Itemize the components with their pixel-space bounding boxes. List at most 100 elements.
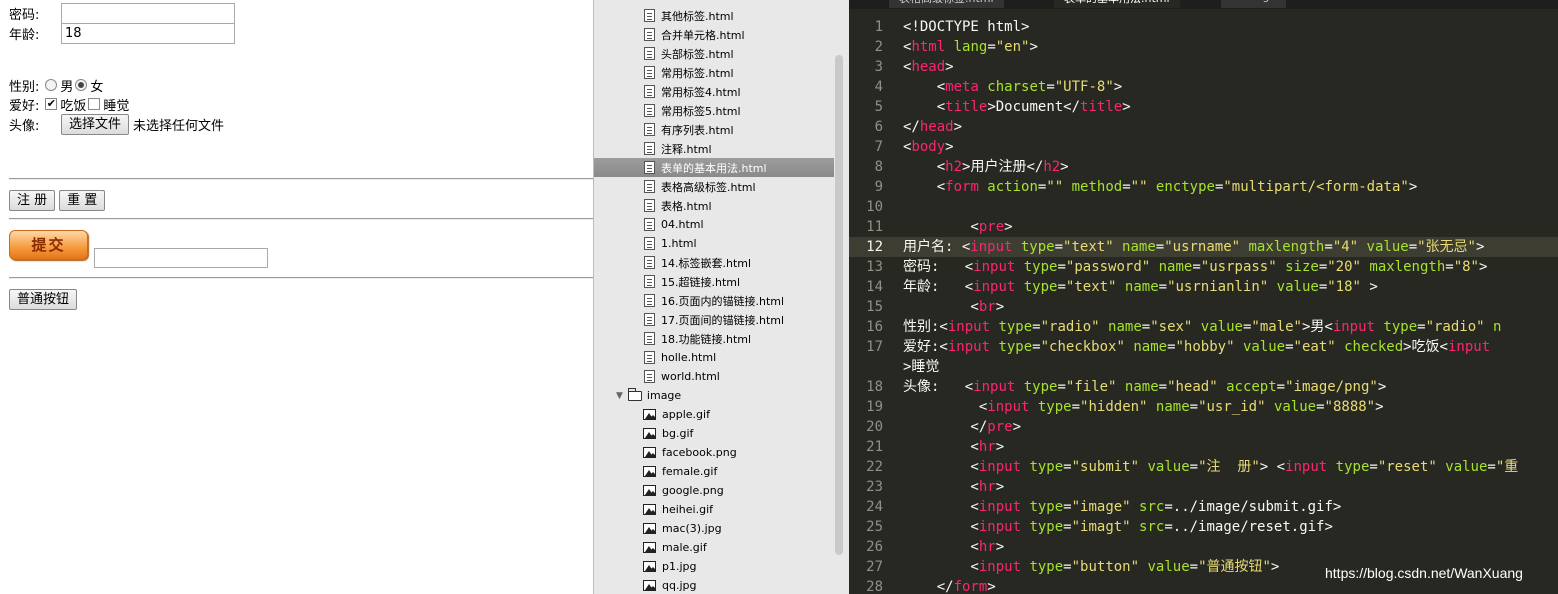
file-label: p1.jpg xyxy=(662,560,697,573)
file-item[interactable]: 15.超链接.html xyxy=(594,272,834,291)
hobby-sleep-checkbox[interactable] xyxy=(88,98,101,110)
code-line[interactable]: <input type="imagt" src=../image/reset.g… xyxy=(903,517,1333,537)
image-file-item[interactable]: heihei.gif xyxy=(594,500,834,519)
code-token: = xyxy=(1046,79,1055,95)
image-file-item[interactable]: male.gif xyxy=(594,538,834,557)
code-line[interactable]: <hr> xyxy=(903,437,1004,457)
code-line[interactable]: <h2>用户注册</h2> xyxy=(903,157,1069,177)
image-file-item[interactable]: apple.gif xyxy=(594,405,834,424)
code-line[interactable]: <html lang="en"> xyxy=(903,37,1038,57)
image-file-item[interactable]: google.png xyxy=(594,481,834,500)
file-item[interactable]: world.html xyxy=(594,367,834,386)
choose-file-button[interactable]: 选择文件 xyxy=(61,113,130,135)
code-line[interactable]: <input type="image" src=../image/submit.… xyxy=(903,497,1341,517)
code-line[interactable]: <input type="button" value="普通按钮"> xyxy=(903,557,1279,577)
code-line[interactable]: </pre> xyxy=(903,417,1021,437)
code-token: = xyxy=(1316,399,1325,415)
file-item[interactable]: 表格高级标签.html xyxy=(594,177,834,196)
code-line[interactable]: >睡觉 xyxy=(903,357,939,377)
tab-reset-gif[interactable]: reset.gif xyxy=(1221,0,1287,8)
gender-male-radio[interactable] xyxy=(45,79,58,91)
code-line[interactable]: <meta charset="UTF-8"> xyxy=(903,77,1123,97)
file-item[interactable]: 头部标签.html xyxy=(594,44,834,63)
image-type-field[interactable] xyxy=(94,248,268,268)
file-item[interactable]: 常用标签4.html xyxy=(594,82,834,101)
file-item[interactable]: holle.html xyxy=(594,348,834,367)
code-token: method xyxy=(1063,179,1123,195)
code-line[interactable]: 年龄: <input type="text" name="usrnianlin"… xyxy=(903,277,1378,297)
code-line[interactable]: <hr> xyxy=(903,477,1004,497)
code-token: "reset" xyxy=(1377,459,1437,475)
tab-table-advanced[interactable]: 表格高级标签.html xyxy=(889,0,1004,8)
code-token: </ xyxy=(903,419,988,435)
expand-triangle-icon[interactable]: ▼ xyxy=(616,391,623,401)
file-item[interactable]: 其他标签.html xyxy=(594,6,834,25)
password-field[interactable] xyxy=(61,2,235,24)
gender-female-radio[interactable] xyxy=(75,79,88,91)
code-token: "file" xyxy=(1065,379,1117,395)
file-label: 常用标签4.html xyxy=(661,85,741,99)
code-token: input xyxy=(978,519,1022,535)
code-line[interactable]: <title>Document</title> xyxy=(903,97,1131,117)
sidebar-scrollbar[interactable] xyxy=(835,55,843,555)
file-item[interactable]: 17.页面间的锚链接.html xyxy=(594,310,834,329)
image-file-item[interactable]: mac(3).jpg xyxy=(594,519,834,538)
code-line[interactable]: <form action="" method="" enctype="multi… xyxy=(903,177,1418,197)
line-number: 8 xyxy=(874,159,883,175)
code-line[interactable]: 用户名: <input type="text" name="usrname" m… xyxy=(903,237,1484,257)
folder-image[interactable]: ▼ image xyxy=(616,386,849,405)
reset-button[interactable]: 重 置 xyxy=(59,189,106,211)
image-file-item[interactable]: female.gif xyxy=(594,462,834,481)
code-token: = xyxy=(1189,399,1199,415)
image-file-item[interactable]: p1.jpg xyxy=(594,557,834,576)
code-line[interactable]: <body> xyxy=(903,137,954,157)
code-token: "text" xyxy=(1065,279,1117,295)
code-line[interactable]: <hr> xyxy=(903,537,1004,557)
file-item[interactable]: 14.标签嵌套.html xyxy=(594,253,834,272)
file-item[interactable]: 表单的基本用法.html xyxy=(594,158,834,177)
code-token: type xyxy=(1374,319,1418,335)
file-item[interactable]: 16.页面内的锚链接.html xyxy=(594,291,834,310)
code-token: = xyxy=(1417,319,1426,335)
code-line[interactable]: <head> xyxy=(903,57,954,77)
file-item[interactable]: 常用标签5.html xyxy=(594,101,834,120)
code-line[interactable]: <input type="hidden" name="usr_id" value… xyxy=(903,397,1384,417)
image-file-item[interactable]: bg.gif xyxy=(594,424,834,443)
image-file-item[interactable]: qq.jpg xyxy=(594,576,834,594)
file-label: apple.gif xyxy=(662,408,710,421)
code-line[interactable]: 爱好:<input type="checkbox" name="hobby" v… xyxy=(903,337,1490,357)
code-line[interactable]: <input type="submit" value="注 册"> <input… xyxy=(903,457,1518,477)
tab-form-basic[interactable]: 表单的基本用法.html xyxy=(1054,0,1180,8)
code-line[interactable]: </head> xyxy=(903,117,962,137)
code-token: name xyxy=(1116,279,1159,295)
file-item[interactable]: 注释.html xyxy=(594,139,834,158)
code-line[interactable]: 性别:<input type="radio" name="sex" value=… xyxy=(903,317,1501,337)
submit-image-button[interactable]: 提交 xyxy=(9,230,88,260)
file-item[interactable]: 有序列表.html xyxy=(594,120,834,139)
code-line[interactable]: </form> xyxy=(903,577,996,594)
html-file-icon xyxy=(644,85,655,98)
code-line[interactable]: 密码: <input type="password" name="usrpass… xyxy=(903,257,1487,277)
file-item[interactable]: 表格.html xyxy=(594,196,834,215)
code-editor[interactable]: 表格高级标签.html 表单的基本用法.html reset.gif 12345… xyxy=(849,0,1558,594)
line-number: 3 xyxy=(874,59,883,75)
avatar-label: 头像: xyxy=(9,118,40,134)
line-number: 22 xyxy=(866,459,883,475)
file-label: male.gif xyxy=(662,541,707,554)
hobby-eat-checkbox[interactable]: ✔ xyxy=(45,98,58,110)
file-item[interactable]: 04.html xyxy=(594,215,834,234)
gender-male-label: 男 xyxy=(60,79,74,95)
code-line[interactable]: 头像: <input type="file" name="head" accep… xyxy=(903,377,1386,397)
age-field[interactable] xyxy=(61,22,235,44)
code-line[interactable]: <br> xyxy=(903,297,1004,317)
register-button[interactable]: 注 册 xyxy=(9,189,56,211)
code-line[interactable]: <!DOCTYPE html> xyxy=(903,17,1029,37)
image-file-item[interactable]: facebook.png xyxy=(594,443,834,462)
normal-button[interactable]: 普通按钮 xyxy=(9,288,78,310)
file-item[interactable]: 1.html xyxy=(594,234,834,253)
code-token: = xyxy=(1057,279,1066,295)
file-item[interactable]: 常用标签.html xyxy=(594,63,834,82)
code-line[interactable]: <pre> xyxy=(903,217,1012,237)
file-item[interactable]: 18.功能链接.html xyxy=(594,329,834,348)
file-item[interactable]: 合并单元格.html xyxy=(594,25,834,44)
